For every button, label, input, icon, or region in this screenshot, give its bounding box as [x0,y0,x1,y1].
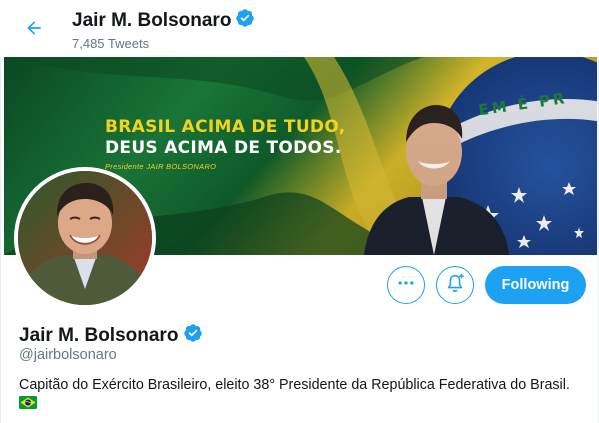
profile-name: Jair M. Bolsonaro [19,324,179,346]
profile-handle: @jairbolsonaro [19,347,117,363]
header-title: Jair M. Bolsonaro [72,8,255,33]
bell-plus-icon [444,272,466,299]
tweet-count: 7,485 Tweets [72,36,150,51]
verified-badge-icon [235,8,255,33]
verified-badge-icon [183,323,203,348]
more-options-button[interactable] [387,266,425,304]
header-name: Jair M. Bolsonaro [72,9,232,31]
profile-header: Jair M. Bolsonaro 7,485 Tweets [0,0,599,57]
avatar-image [18,171,152,305]
brazil-flag-icon [19,396,37,409]
profile-avatar[interactable] [14,167,156,309]
back-button[interactable] [16,12,52,48]
banner-slogan-line2: DEUS ACIMA DE TODOS. [105,138,342,158]
following-button[interactable]: Following [485,266,586,304]
banner-slogan: BRASIL ACIMA DE TUDO, DEUS ACIMA DE TODO… [105,117,345,171]
banner-slogan-line1: BRASIL ACIMA DE TUDO, [105,117,346,137]
back-arrow-icon [24,18,44,43]
profile-name-row: Jair M. Bolsonaro [19,323,203,348]
banner-caption: Presidente JAIR BOLSONARO [105,162,217,171]
profile-bio: Capitão do Exército Brasileiro, eleito 3… [19,377,570,393]
more-dots-icon [396,273,416,298]
notifications-button[interactable] [436,266,474,304]
